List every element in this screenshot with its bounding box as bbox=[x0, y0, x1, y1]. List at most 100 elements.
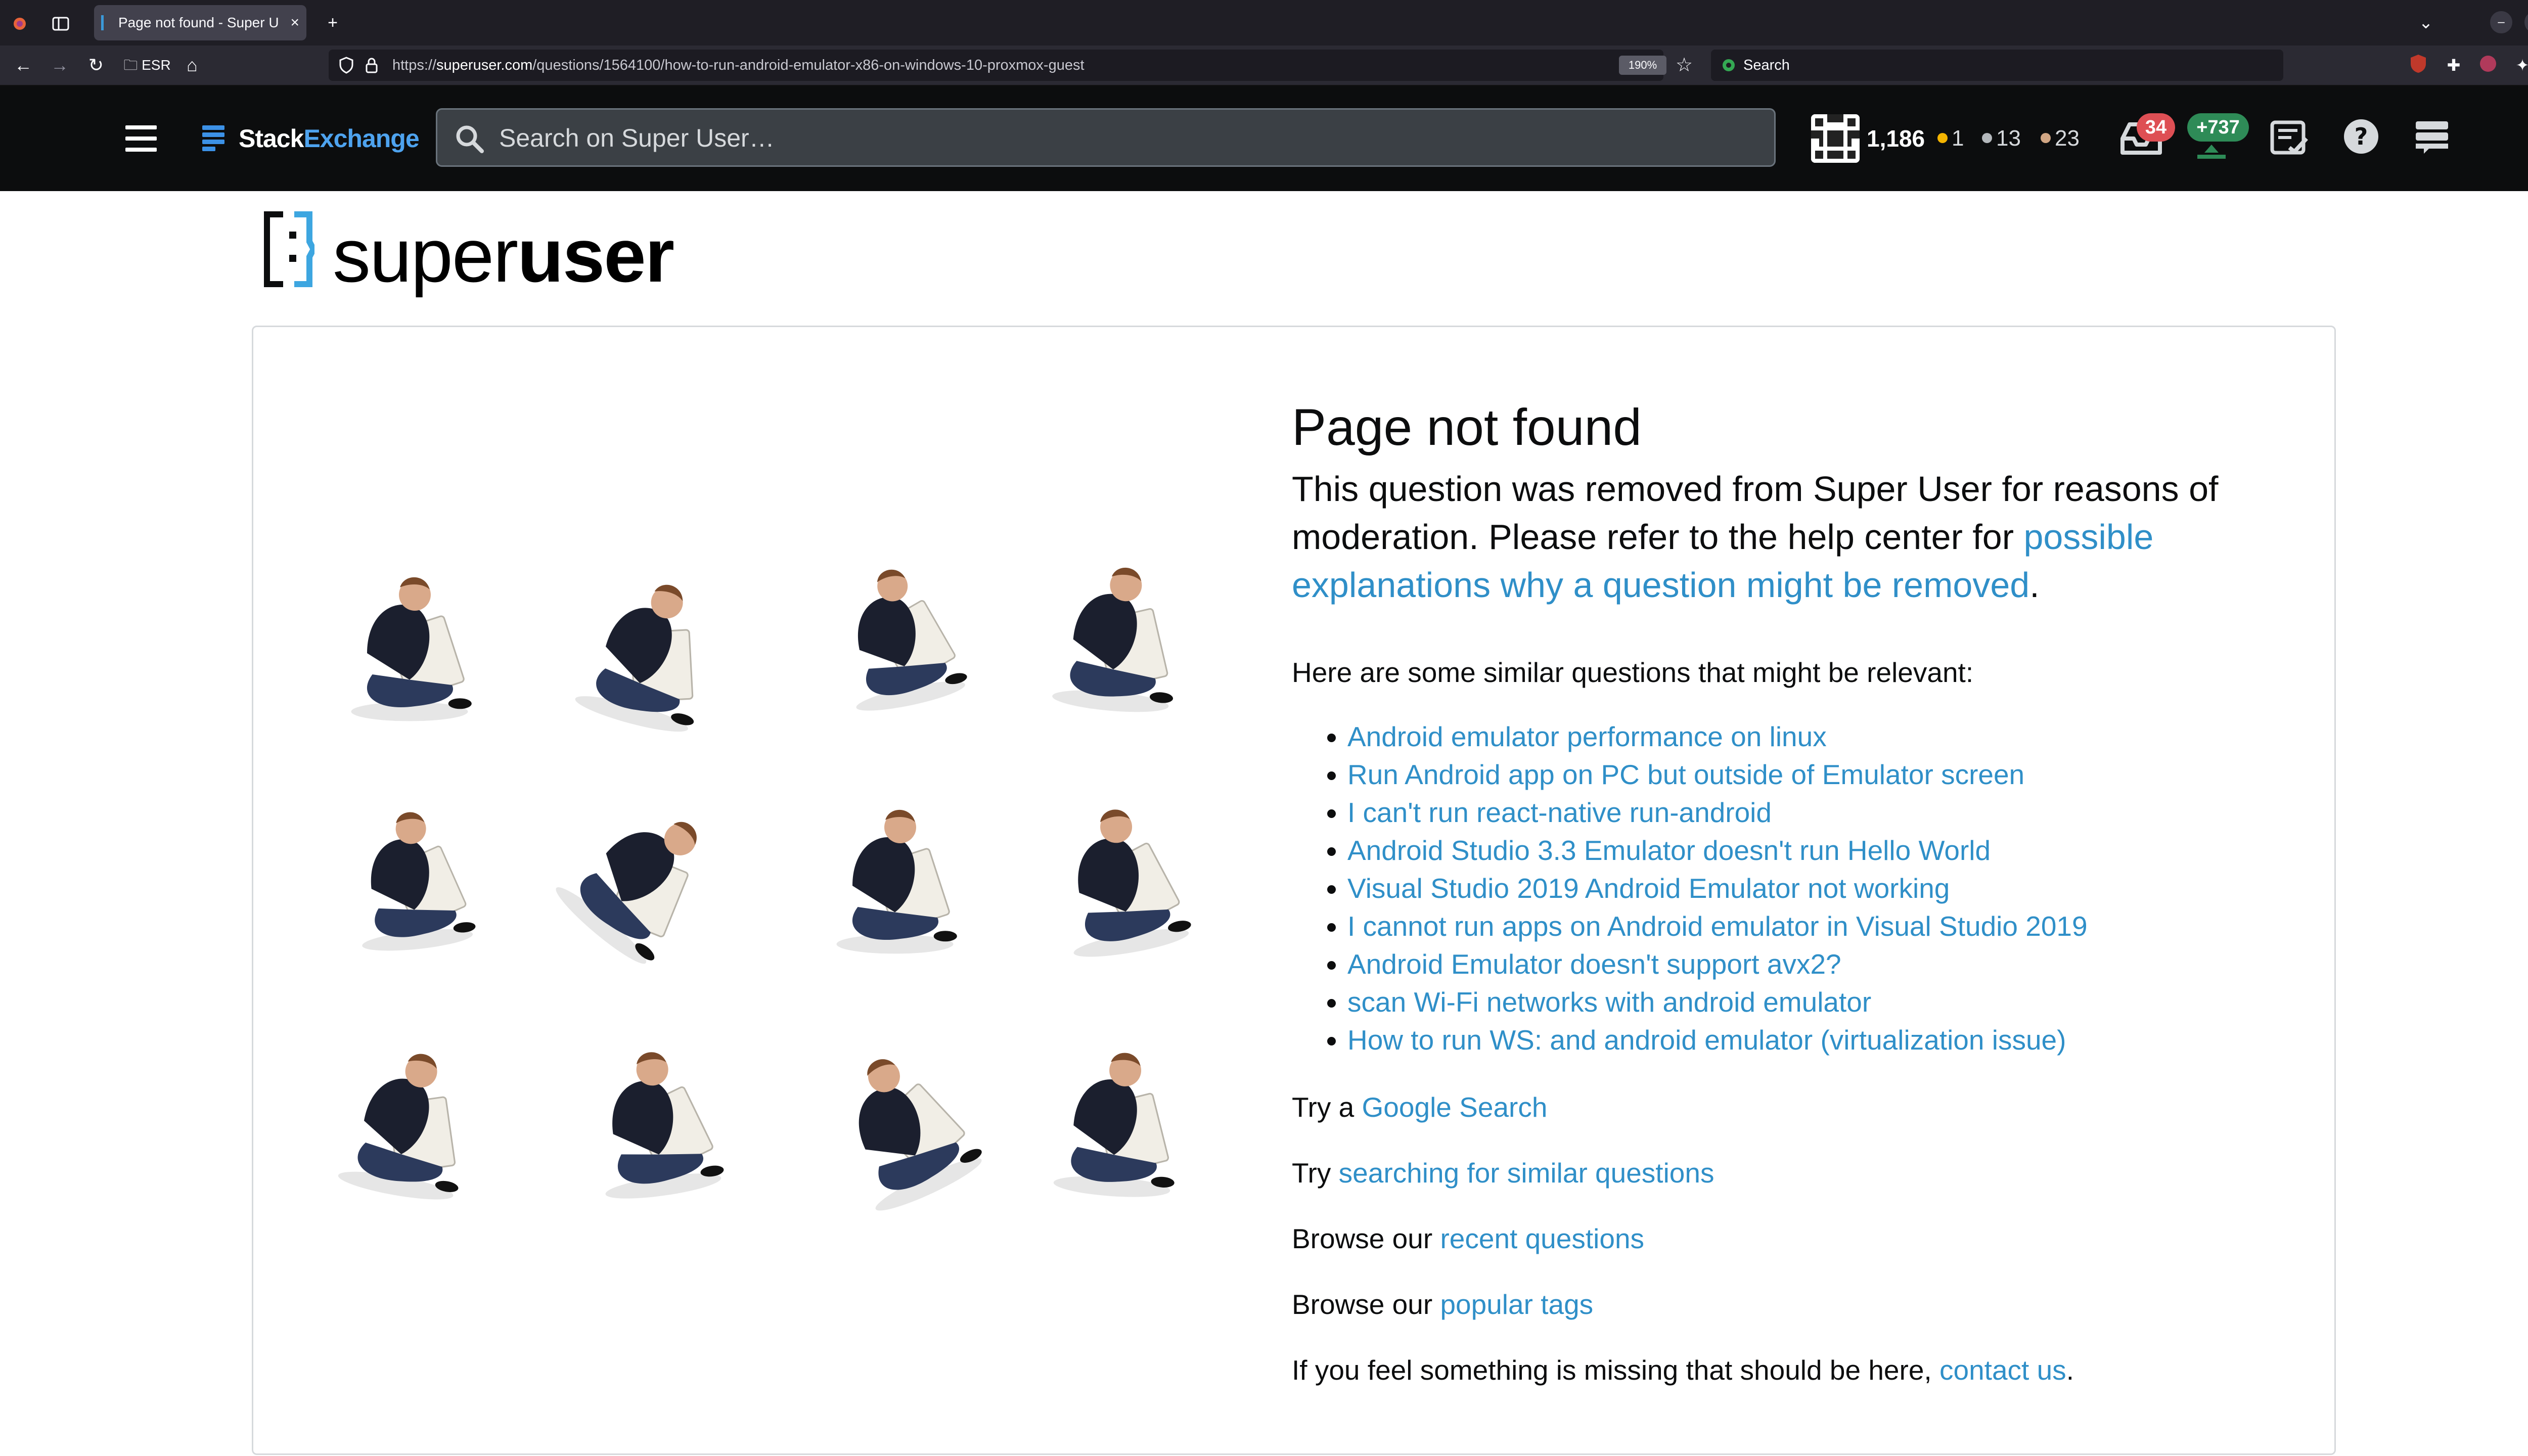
contact-prefix: If you feel something is missing that sh… bbox=[1292, 1354, 1939, 1386]
similar-question-link[interactable]: How to run WS: and android emulator (vir… bbox=[1347, 1024, 2066, 1056]
firefox-menu-icon[interactable] bbox=[7, 0, 32, 46]
tracking-shield-icon[interactable] bbox=[339, 57, 356, 74]
gold-badge-icon bbox=[1937, 133, 1948, 144]
list-item: I can't run react-native run-android bbox=[1347, 794, 2088, 832]
removal-notice-end: . bbox=[2029, 565, 2040, 605]
back-arrow-icon[interactable]: ← bbox=[8, 46, 38, 85]
list-item: I cannot run apps on Android emulator in… bbox=[1347, 907, 2088, 945]
zoom-level-badge[interactable]: 190% bbox=[1619, 56, 1666, 75]
reputation-count[interactable]: 1,186 bbox=[1867, 120, 1925, 157]
url-bar[interactable]: https://superuser.com/questions/1564100/… bbox=[329, 50, 1693, 81]
google-search-link[interactable]: Google Search bbox=[1362, 1091, 1548, 1123]
contact-row: If you feel something is missing that sh… bbox=[1292, 1350, 2074, 1390]
similar-questions-intro: Here are some similar questions that mig… bbox=[1292, 657, 1974, 688]
list-item: Run Android app on PC but outside of Emu… bbox=[1347, 756, 2088, 794]
silver-badge-count[interactable]: 13 bbox=[1982, 120, 2021, 157]
hamburger-menu-icon[interactable] bbox=[125, 125, 157, 152]
tab-page-not-found[interactable]: Page not found - Super U × bbox=[94, 5, 306, 40]
list-item: Android Emulator doesn't support avx2? bbox=[1347, 945, 2088, 983]
similar-questions-list: Android emulator performance on linux Ru… bbox=[1292, 718, 2088, 1059]
similar-question-link[interactable]: Visual Studio 2019 Android Emulator not … bbox=[1347, 873, 1950, 904]
popular-tags-prefix: Browse our bbox=[1292, 1289, 1440, 1320]
site-switcher-icon[interactable] bbox=[2412, 117, 2460, 166]
stackexchange-logo[interactable]: StackExchange bbox=[239, 120, 420, 157]
url-prefix: https:// bbox=[392, 57, 437, 73]
bookmark-star-icon[interactable]: ☆ bbox=[1676, 55, 1693, 76]
similar-question-link[interactable]: I cannot run apps on Android emulator in… bbox=[1347, 911, 2088, 942]
site-search-input[interactable] bbox=[498, 110, 1713, 166]
google-search-row: Try a Google Search bbox=[1292, 1087, 1547, 1127]
lock-icon[interactable] bbox=[365, 57, 382, 74]
bronze-badge-icon bbox=[2041, 133, 2051, 144]
browser-search-placeholder: Search bbox=[1743, 57, 1790, 73]
stackexchange-logo-icon[interactable] bbox=[202, 125, 224, 152]
new-tab-button[interactable]: + bbox=[319, 0, 347, 46]
silver-badge-icon bbox=[1982, 133, 1992, 144]
browser-tab-bar: Page not found - Super U × + ⌄ – ▫ × bbox=[0, 0, 2528, 46]
gold-badge-count[interactable]: 1 bbox=[1937, 120, 1964, 157]
list-item: How to run WS: and android emulator (vir… bbox=[1347, 1021, 2088, 1059]
popular-tags-row: Browse our popular tags bbox=[1292, 1284, 1593, 1325]
tab-close-icon[interactable]: × bbox=[290, 5, 299, 40]
reload-icon[interactable]: ↻ bbox=[81, 46, 111, 85]
site-search[interactable] bbox=[436, 108, 1776, 167]
similar-question-link[interactable]: Run Android app on PC but outside of Emu… bbox=[1347, 759, 2024, 790]
similar-question-link[interactable]: scan Wi-Fi networks with android emulato… bbox=[1347, 986, 1871, 1018]
sidebar-toggle-icon[interactable] bbox=[46, 0, 76, 46]
gold-badge-value: 1 bbox=[1952, 126, 1964, 151]
search-icon bbox=[455, 124, 484, 153]
achievements-count-badge[interactable]: +737 bbox=[2187, 113, 2249, 142]
similar-search-prefix: Try bbox=[1292, 1157, 1339, 1189]
bookmark-esr[interactable]: 🗀 ESR bbox=[119, 46, 175, 85]
similar-search-link[interactable]: searching for similar questions bbox=[1339, 1157, 1714, 1189]
page-title: Page not found bbox=[1292, 398, 1642, 456]
brand-stack: Stack bbox=[239, 124, 304, 153]
puzzle-extension-icon[interactable]: ✚ bbox=[2442, 54, 2465, 77]
recent-questions-link[interactable]: recent questions bbox=[1440, 1223, 1644, 1254]
url-text[interactable]: https://superuser.com/questions/1564100/… bbox=[392, 50, 1085, 81]
similar-question-link[interactable]: Android Studio 3.3 Emulator doesn't run … bbox=[1347, 835, 1991, 866]
brand-exchange: Exchange bbox=[303, 124, 419, 153]
help-icon[interactable]: ? bbox=[2341, 116, 2389, 165]
recent-questions-row: Browse our recent questions bbox=[1292, 1218, 1644, 1259]
popular-tags-link[interactable]: popular tags bbox=[1440, 1289, 1593, 1320]
silver-badge-value: 13 bbox=[1996, 126, 2021, 151]
similar-question-link[interactable]: Android Emulator doesn't support avx2? bbox=[1347, 948, 1841, 980]
logo-super: super bbox=[333, 213, 518, 298]
recent-questions-prefix: Browse our bbox=[1292, 1223, 1440, 1254]
list-item: Android Studio 3.3 Emulator doesn't run … bbox=[1347, 832, 2088, 870]
similar-search-row: Try searching for similar questions bbox=[1292, 1153, 1714, 1193]
user-avatar[interactable] bbox=[1811, 114, 1860, 163]
contact-us-link[interactable]: contact us bbox=[1939, 1354, 2066, 1386]
minimize-window-icon[interactable]: – bbox=[2490, 11, 2512, 33]
list-item: scan Wi-Fi networks with android emulato… bbox=[1347, 983, 2088, 1021]
url-path: /questions/1564100/how-to-run-android-em… bbox=[532, 57, 1085, 73]
extensions-icon[interactable]: ✦ bbox=[2511, 54, 2528, 77]
achievements-icon[interactable] bbox=[2192, 142, 2241, 190]
se-topbar: StackExchange 1,186 1 13 23 34 +737 ? bbox=[0, 86, 2528, 191]
similar-question-link[interactable]: I can't run react-native run-android bbox=[1347, 797, 1772, 828]
google-search-prefix: Try a bbox=[1292, 1091, 1362, 1123]
bronze-badge-count[interactable]: 23 bbox=[2041, 120, 2080, 157]
search-engine-icon bbox=[1721, 58, 1736, 73]
extension-shield-icon[interactable] bbox=[2407, 54, 2430, 77]
extension-badge-icon[interactable] bbox=[2476, 54, 2500, 77]
bronze-badge-value: 23 bbox=[2055, 126, 2080, 151]
browser-search-field[interactable]: Search bbox=[1711, 50, 2283, 81]
svg-text:?: ? bbox=[2355, 123, 2368, 150]
page-not-found-illustration bbox=[298, 511, 1229, 1254]
superuser-logo-icon bbox=[264, 211, 317, 287]
home-icon[interactable]: ⌂ bbox=[177, 46, 207, 85]
bookmark-esr-label: ESR bbox=[142, 57, 171, 73]
removal-notice: This question was removed from Super Use… bbox=[1292, 465, 2278, 609]
forward-arrow-icon[interactable]: → bbox=[44, 46, 75, 85]
tab-title: Page not found - Super U bbox=[118, 15, 279, 30]
tab-list-chevron-icon[interactable]: ⌄ bbox=[2412, 0, 2440, 46]
maximize-window-icon[interactable]: ▫ bbox=[2524, 11, 2528, 33]
inbox-count-badge[interactable]: 34 bbox=[2137, 113, 2175, 142]
review-queue-icon[interactable] bbox=[2269, 118, 2318, 167]
similar-question-link[interactable]: Android emulator performance on linux bbox=[1347, 721, 1827, 752]
url-host: superuser.com bbox=[436, 57, 533, 73]
contact-end: . bbox=[2066, 1354, 2074, 1386]
superuser-favicon-icon bbox=[101, 15, 117, 30]
